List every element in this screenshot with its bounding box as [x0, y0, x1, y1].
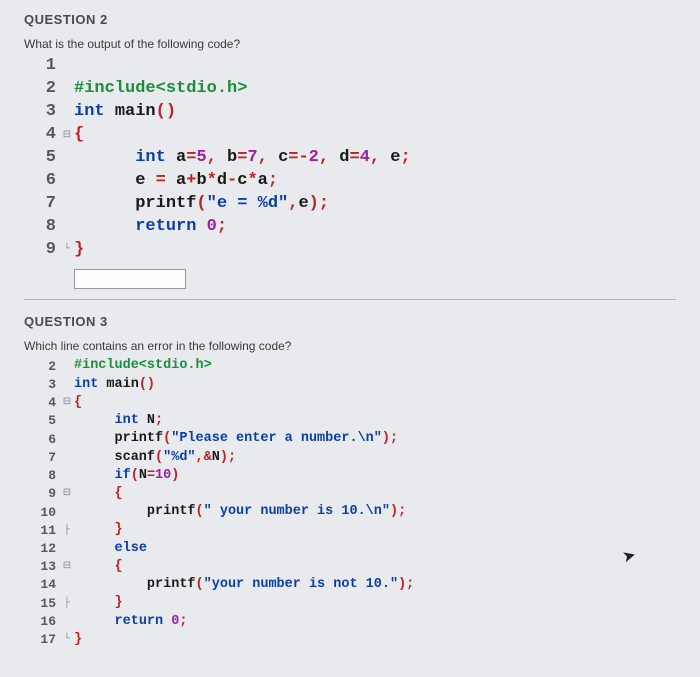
code-line: 1 — [24, 55, 676, 78]
code-line: 5 int N; — [24, 412, 676, 430]
code-text: int main() — [74, 376, 155, 394]
code-line: 8 return 0; — [24, 216, 676, 239]
code-text: } — [74, 239, 84, 262]
code-text: } — [74, 631, 82, 649]
code-text: return 0; — [74, 216, 227, 239]
code-line: 4⊟{ — [24, 124, 676, 147]
code-line: 12 else — [24, 540, 676, 558]
code-text: { — [74, 124, 84, 147]
code-line: 11├ } — [24, 521, 676, 539]
code-line: 9⊟ { — [24, 485, 676, 503]
line-number: 3 — [24, 101, 60, 124]
code-line: 15├ } — [24, 594, 676, 612]
answer-input-box[interactable] — [74, 269, 186, 289]
line-number: 7 — [24, 449, 60, 467]
code-text: } — [74, 521, 123, 539]
code-line: 2 #include<stdio.h> — [24, 357, 676, 375]
question-3-code: ➤ 2#include<stdio.h>3int main()4⊟{5 int … — [24, 357, 676, 649]
line-number: 5 — [24, 412, 60, 430]
fold-marker: ├ — [60, 597, 74, 611]
line-number: 2 — [24, 78, 60, 101]
code-text: { — [74, 394, 82, 412]
code-line: 6 printf("Please enter a number.\n"); — [24, 430, 676, 448]
line-number: 14 — [24, 576, 60, 594]
code-line: 6 e = a+b*d-c*a; — [24, 170, 676, 193]
page: QUESTION 2 What is the output of the fol… — [0, 0, 700, 677]
code-line: 8 if(N=10) — [24, 467, 676, 485]
line-number: 8 — [24, 216, 60, 239]
code-text: #include<stdio.h> — [74, 357, 212, 375]
fold-marker: └ — [60, 243, 74, 257]
question-3-prompt: Which line contains an error in the foll… — [24, 339, 676, 353]
fold-marker: └ — [60, 633, 74, 647]
code-line: 3 int main() — [24, 101, 676, 124]
code-text: printf("e = %d",e); — [74, 193, 329, 216]
line-number: 15 — [24, 595, 60, 613]
code-line: 3 int main() — [24, 376, 676, 394]
code-text: int main() — [74, 101, 176, 124]
code-line: 10 printf(" your number is 10.\n"); — [24, 503, 676, 521]
code-text: int a=5, b=7, c=-2, d=4, e; — [74, 147, 411, 170]
code-line: 17└} — [24, 631, 676, 649]
fold-marker: ⊟ — [60, 560, 74, 574]
code-text: else — [74, 540, 147, 558]
line-number: 17 — [24, 631, 60, 649]
line-number: 6 — [24, 170, 60, 193]
line-number: 2 — [24, 358, 60, 376]
code-line: 4⊟{ — [24, 394, 676, 412]
line-number: 7 — [24, 193, 60, 216]
fold-marker: ⊟ — [60, 396, 74, 410]
line-number: 4 — [24, 394, 60, 412]
code-text: scanf("%d",&N); — [74, 449, 236, 467]
line-number: 5 — [24, 147, 60, 170]
code-text: { — [74, 485, 123, 503]
code-line: 13⊟ { — [24, 558, 676, 576]
line-number: 4 — [24, 124, 60, 147]
line-number: 9 — [24, 239, 60, 262]
code-text: { — [74, 558, 123, 576]
code-text: int N; — [74, 412, 163, 430]
line-number: 12 — [24, 540, 60, 558]
line-number: 9 — [24, 485, 60, 503]
line-number: 8 — [24, 467, 60, 485]
code-line: 7 printf("e = %d",e); — [24, 193, 676, 216]
code-line: 5 int a=5, b=7, c=-2, d=4, e; — [24, 147, 676, 170]
code-text: #include<stdio.h> — [74, 78, 247, 101]
code-text: printf("Please enter a number.\n"); — [74, 430, 398, 448]
code-line: 7 scanf("%d",&N); — [24, 449, 676, 467]
code-text: } — [74, 594, 123, 612]
fold-marker: ├ — [60, 524, 74, 538]
fold-marker: ⊟ — [60, 129, 74, 143]
line-number: 3 — [24, 376, 60, 394]
question-2-title: QUESTION 2 — [24, 12, 676, 27]
code-line: 14 printf("your number is not 10."); — [24, 576, 676, 594]
line-number: 10 — [24, 504, 60, 522]
divider — [24, 299, 676, 300]
line-number: 11 — [24, 522, 60, 540]
code-text: printf("your number is not 10."); — [74, 576, 414, 594]
line-number: 6 — [24, 431, 60, 449]
question-2-prompt: What is the output of the following code… — [24, 37, 676, 51]
code-text: e = a+b*d-c*a; — [74, 170, 278, 193]
line-number: 13 — [24, 558, 60, 576]
question-2-code: 12#include<stdio.h>3int main()4⊟{5 int a… — [24, 55, 676, 261]
code-text: printf(" your number is 10.\n"); — [74, 503, 406, 521]
code-line: 9└} — [24, 239, 676, 262]
question-3-title: QUESTION 3 — [24, 314, 676, 329]
fold-marker: ⊟ — [60, 487, 74, 501]
line-number: 1 — [24, 55, 60, 78]
code-text: if(N=10) — [74, 467, 179, 485]
code-line: 2 #include<stdio.h> — [24, 78, 676, 101]
